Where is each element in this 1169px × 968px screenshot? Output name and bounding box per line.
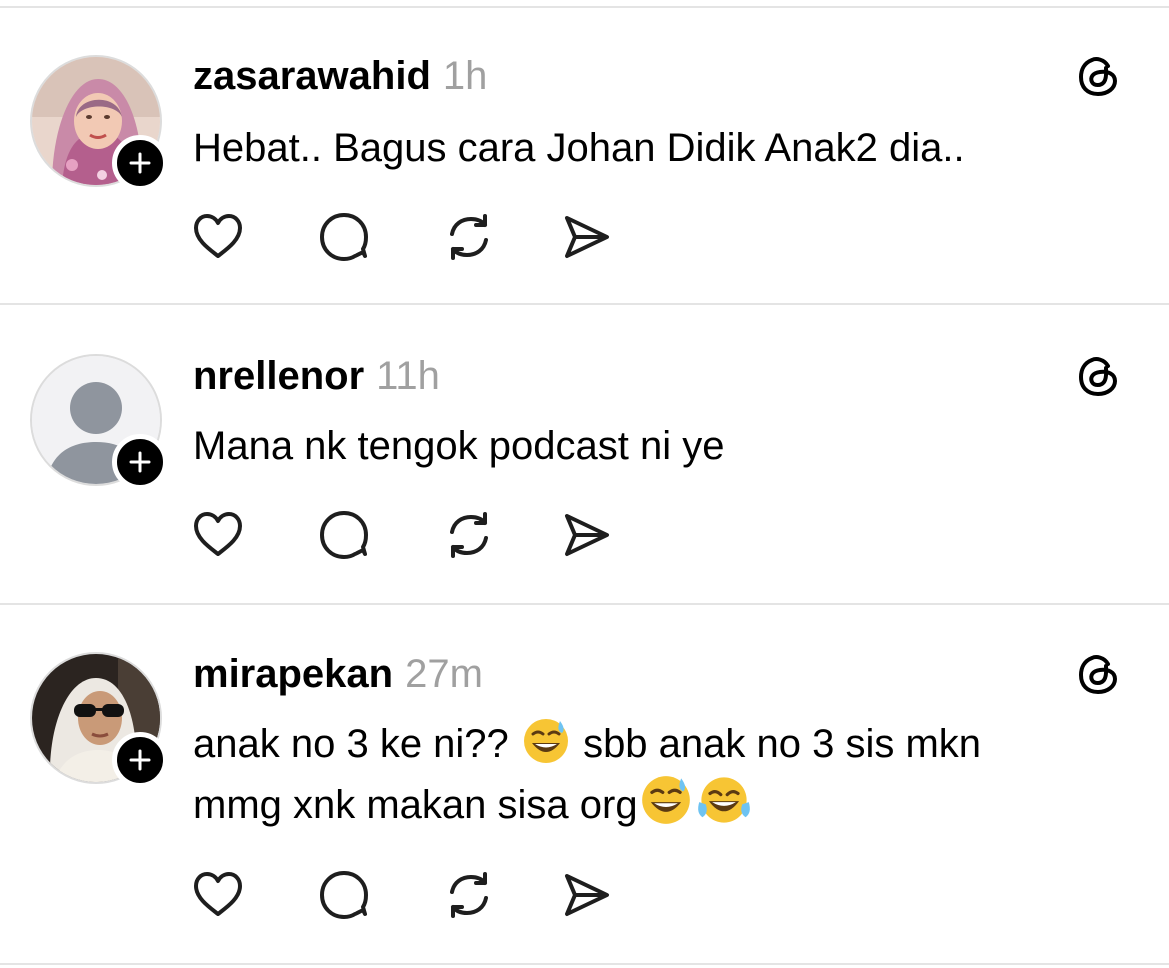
follow-button[interactable]: [112, 732, 168, 788]
post-divider: [0, 303, 1169, 305]
post-text-segment: anak no 3 ke ni??: [193, 722, 509, 766]
post-header: mirapekan 27m: [193, 650, 483, 698]
username-link[interactable]: mirapekan: [193, 652, 393, 696]
send-icon: [565, 874, 609, 916]
username-link[interactable]: zasarawahid: [193, 54, 431, 98]
comment-icon: [320, 871, 368, 919]
repost-button[interactable]: [441, 209, 497, 265]
post-text-line: Mana nk tengok podcast ni ye: [193, 424, 725, 468]
repost-button[interactable]: [441, 507, 497, 563]
plus-icon: [129, 152, 151, 174]
post-text-line: mmg xnk makan sisa org: [193, 774, 1133, 835]
post-time: 11h: [376, 354, 440, 398]
comment-icon: [320, 511, 368, 559]
like-button[interactable]: [190, 507, 246, 563]
reply-button[interactable]: [316, 507, 372, 563]
plus-icon: [129, 451, 151, 473]
follow-button[interactable]: [112, 135, 168, 191]
threads-logo-icon[interactable]: [1074, 352, 1122, 400]
grinning-face-with-sweat-icon: [523, 719, 568, 763]
username-link[interactable]: nrellenor: [193, 354, 364, 398]
send-icon: [565, 514, 609, 556]
reply-button[interactable]: [316, 209, 372, 265]
reply-button[interactable]: [316, 867, 372, 923]
post-divider: [0, 963, 1169, 965]
avatar[interactable]: [30, 354, 168, 490]
post-text: Mana nk tengok podcast ni ye: [193, 416, 1133, 476]
post-text-segment: sbb anak no 3 sis mkn: [583, 722, 982, 766]
repost-icon: [450, 214, 488, 260]
threads-logo-icon[interactable]: [1074, 650, 1122, 698]
post-text-line: Hebat.. Bagus cara Johan Didik Anak2 dia…: [193, 126, 965, 170]
post-text-segment: mmg xnk makan sisa org: [193, 783, 638, 827]
post-header: nrellenor 11h: [193, 352, 440, 400]
repost-button[interactable]: [441, 867, 497, 923]
repost-icon: [450, 872, 488, 918]
post-divider: [0, 603, 1169, 605]
face-with-tears-of-joy-icon: [697, 777, 750, 823]
post-divider: [0, 6, 1169, 8]
share-button[interactable]: [558, 867, 614, 923]
like-button[interactable]: [190, 867, 246, 923]
grinning-face-with-sweat-icon: [641, 776, 690, 824]
like-button[interactable]: [190, 209, 246, 265]
plus-icon: [129, 749, 151, 771]
post-header: zasarawahid 1h: [193, 52, 487, 100]
heart-icon: [194, 214, 242, 258]
post-actions: [190, 209, 630, 265]
post-text: anak no 3 ke ni?? sbb anak no 3 sis mkn …: [193, 714, 1133, 835]
follow-button[interactable]: [112, 434, 168, 490]
post-time: 27m: [405, 652, 483, 696]
post-text-line: anak no 3 ke ni?? sbb anak no 3 sis mkn: [193, 714, 1133, 774]
post-actions: [190, 867, 630, 923]
heart-icon: [194, 512, 242, 556]
threads-logo-icon[interactable]: [1074, 52, 1122, 100]
post-time: 1h: [442, 54, 488, 98]
send-icon: [565, 216, 609, 258]
heart-icon: [194, 872, 242, 916]
share-button[interactable]: [558, 209, 614, 265]
avatar[interactable]: [30, 55, 168, 191]
post-actions: [190, 507, 630, 563]
post-text: Hebat.. Bagus cara Johan Didik Anak2 dia…: [193, 118, 1133, 178]
comment-icon: [320, 213, 368, 261]
avatar[interactable]: [30, 652, 168, 788]
repost-icon: [450, 512, 488, 558]
share-button[interactable]: [558, 507, 614, 563]
